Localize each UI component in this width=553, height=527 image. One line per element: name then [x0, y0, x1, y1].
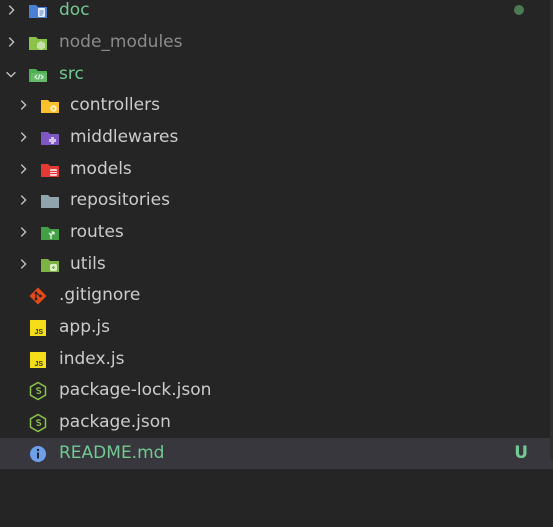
chevron-right-icon[interactable] — [16, 193, 30, 207]
tree-item-label: package.json — [59, 412, 171, 432]
tree-item-utils[interactable]: utils — [0, 249, 553, 280]
tree-item-middlewares[interactable]: middlewares — [0, 122, 553, 153]
tree-item-package-lock-json[interactable]: package-lock.json — [0, 375, 553, 406]
folder-repositories-icon — [41, 195, 59, 208]
folder-src-icon — [29, 69, 47, 82]
git-icon — [29, 287, 47, 305]
tree-item-label: routes — [70, 222, 124, 242]
chevron-right-icon[interactable] — [16, 130, 30, 144]
folder-models-icon — [41, 164, 59, 177]
tree-item-label: app.js — [59, 317, 110, 337]
js-icon-text: JS — [34, 361, 43, 368]
tree-item-label: utils — [70, 254, 106, 274]
tree-item-label: src — [59, 64, 84, 84]
tree-item-label: index.js — [59, 349, 125, 369]
folder-utils-icon — [41, 259, 59, 272]
chevron-right-icon[interactable] — [16, 98, 30, 112]
folder-middleware-icon — [41, 132, 59, 145]
tree-item-controllers[interactable]: controllers — [0, 90, 553, 121]
chevron-right-icon[interactable] — [16, 257, 30, 271]
folder-routes-icon — [41, 227, 59, 240]
tree-item-label: README.md — [59, 443, 165, 463]
nodejs-icon — [29, 413, 47, 433]
chevron-right-icon[interactable] — [4, 35, 18, 49]
tree-item-src[interactable]: src — [0, 59, 553, 90]
tree-item-label: middlewares — [70, 127, 179, 147]
chevron-right-icon[interactable] — [16, 162, 30, 176]
folder-node-icon — [29, 37, 47, 50]
info-icon — [30, 446, 46, 462]
chevron-right-icon[interactable] — [16, 225, 30, 239]
tree-item-label: package-lock.json — [59, 380, 212, 400]
chevron-down-icon[interactable] — [4, 67, 18, 81]
js-icon-text: JS — [34, 329, 43, 336]
tree-item-label: controllers — [70, 95, 160, 115]
tree-item-routes[interactable]: routes — [0, 217, 553, 248]
folder-doc-icon — [29, 5, 47, 18]
tree-item-node-modules[interactable]: node_modules — [0, 27, 553, 58]
tree-item-app-js[interactable]: JS app.js — [0, 312, 553, 343]
tree-item-label: doc — [59, 0, 90, 20]
tree-item-label: repositories — [70, 190, 170, 210]
tree-item-repositories[interactable]: repositories — [0, 185, 553, 216]
javascript-icon: JS — [30, 320, 46, 336]
chevron-right-icon[interactable] — [4, 3, 18, 17]
tree-item-label: .gitignore — [59, 285, 141, 305]
tree-item-readme-md[interactable]: README.md U — [0, 438, 553, 469]
nodejs-icon — [29, 381, 47, 401]
javascript-icon: JS — [30, 352, 46, 368]
tree-item-index-js[interactable]: JS index.js — [0, 344, 553, 375]
tree-item-label: models — [70, 159, 132, 179]
tree-item-gitignore[interactable]: .gitignore — [0, 280, 553, 311]
git-status-badge: U — [514, 443, 528, 463]
tree-item-models[interactable]: models — [0, 154, 553, 185]
tree-item-label: node_modules — [59, 32, 183, 52]
tree-item-doc[interactable]: doc — [0, 0, 553, 26]
tree-item-package-json[interactable]: package.json — [0, 407, 553, 438]
modified-dot — [514, 5, 524, 15]
folder-controllers-icon — [41, 100, 59, 113]
